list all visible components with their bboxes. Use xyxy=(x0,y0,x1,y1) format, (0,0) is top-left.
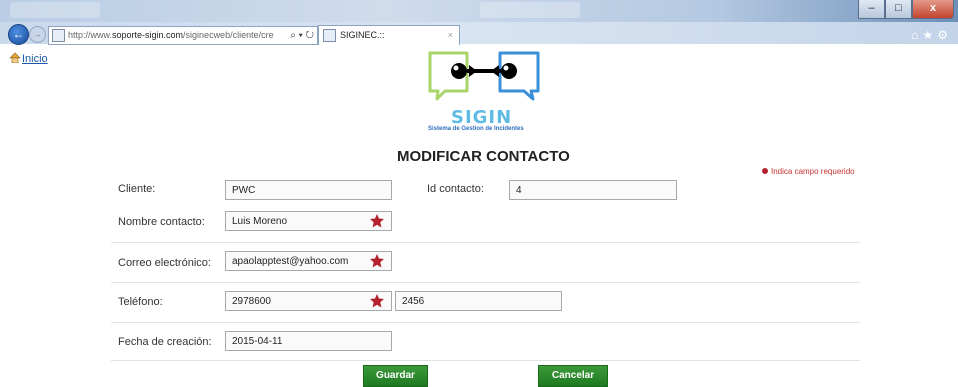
forward-arrow-icon[interactable]: → xyxy=(29,26,46,43)
telefono-field[interactable]: 2978600 xyxy=(225,291,392,311)
tab-close-icon[interactable]: × xyxy=(448,26,453,44)
minimize-button[interactable]: – xyxy=(858,0,885,19)
url-domain: soporte-sigin.com xyxy=(112,30,184,40)
nombre-contacto-label: Nombre contacto: xyxy=(118,216,205,228)
window-controls: – □ x xyxy=(858,0,954,19)
window-titlebar: – □ x xyxy=(0,0,958,22)
telefono-label: Teléfono: xyxy=(118,296,163,308)
fecha-creacion-label: Fecha de creación: xyxy=(118,336,212,348)
tab-favicon-icon xyxy=(323,29,336,43)
cliente-field[interactable]: PWC xyxy=(225,180,392,200)
required-note-text: Indica campo requerido xyxy=(771,167,855,176)
save-button[interactable]: Guardar xyxy=(363,365,428,387)
close-button[interactable]: x xyxy=(912,0,954,19)
maximize-button[interactable]: □ xyxy=(885,0,912,19)
correo-label: Correo electrónico: xyxy=(118,257,211,269)
tab-title: SIGINEC.:: xyxy=(340,30,385,40)
browser-tab[interactable]: SIGINEC.:: × xyxy=(318,25,460,45)
titlebar-quick-icons xyxy=(10,2,100,18)
required-bullet-icon xyxy=(762,168,768,174)
back-arrow-icon[interactable]: ← xyxy=(8,24,29,45)
fecha-creacion-field[interactable]: 2015-04-11 xyxy=(225,331,392,351)
id-contacto-label: Id contacto: xyxy=(427,183,484,195)
titlebar-tab-ghost xyxy=(480,2,580,18)
correo-field[interactable]: apaolapptest@yahoo.com xyxy=(225,251,392,271)
required-star-icon xyxy=(370,294,384,308)
home-link[interactable]: Inicio xyxy=(9,52,48,65)
row-divider xyxy=(111,282,860,283)
id-contacto-field[interactable]: 4 xyxy=(509,180,677,200)
row-divider xyxy=(111,322,860,323)
row-divider xyxy=(111,242,860,243)
home-icon xyxy=(9,52,21,64)
extension-field[interactable]: 2456 xyxy=(395,291,562,311)
page-favicon-icon xyxy=(52,29,65,43)
row-divider xyxy=(111,360,860,361)
url-path: /siginecweb/cliente/cre xyxy=(183,30,274,40)
cancel-button[interactable]: Cancelar xyxy=(538,365,608,387)
home-link-label: Inicio xyxy=(22,53,48,65)
required-star-icon xyxy=(370,254,384,268)
logo-title: SIGIN xyxy=(451,107,513,128)
page-title: MODIFICAR CONTACTO xyxy=(397,148,570,165)
nombre-contacto-field[interactable]: Luis Moreno xyxy=(225,211,392,231)
required-note: Indica campo requerido xyxy=(762,167,855,176)
required-star-icon xyxy=(370,214,384,228)
url-prefix: http://www. xyxy=(68,30,113,40)
address-bar-tools[interactable]: ⌕ ▾ ↻ xyxy=(288,27,314,44)
logo-subtitle: Sistema de Gestion de Incidentes xyxy=(428,126,524,132)
cliente-label: Cliente: xyxy=(118,183,156,195)
toolbar-icons[interactable]: ⌂★⚙ xyxy=(911,28,952,42)
address-bar[interactable]: http://www.soporte-sigin.com/siginecweb/… xyxy=(48,26,318,45)
